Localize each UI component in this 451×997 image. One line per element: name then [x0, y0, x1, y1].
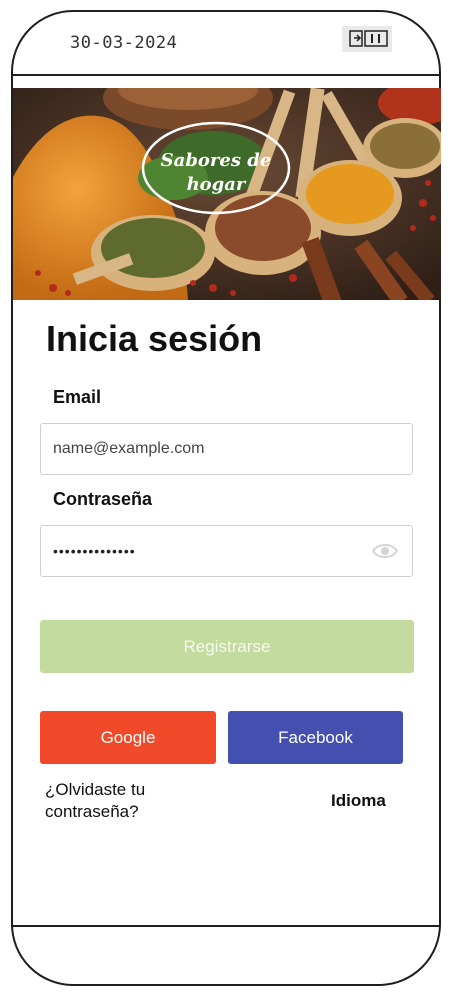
- password-input[interactable]: [53, 526, 373, 576]
- email-label: Email: [53, 387, 102, 407]
- battery-switch-icon: [342, 26, 392, 52]
- logo-line-2: hogar: [187, 174, 247, 195]
- email-field[interactable]: [40, 423, 413, 475]
- facebook-button[interactable]: Facebook: [228, 711, 403, 764]
- password-label: Contraseña: [53, 489, 153, 509]
- page-title: Inicia sesión: [46, 318, 263, 359]
- register-button[interactable]: Registrarse: [40, 620, 414, 673]
- logo-line-1: Sabores de: [161, 150, 272, 171]
- language-link[interactable]: Idioma: [331, 791, 386, 811]
- bottom-bar-divider: [11, 925, 441, 927]
- password-field[interactable]: [40, 525, 413, 577]
- status-date: 30-03-2024: [70, 33, 178, 53]
- hero-image: Sabores de hogar: [13, 88, 441, 300]
- status-bar-divider: [11, 74, 441, 76]
- eye-icon[interactable]: [372, 541, 398, 561]
- spices-photo: Sabores de hogar: [13, 88, 441, 300]
- email-input[interactable]: [53, 424, 373, 474]
- forgot-password-link[interactable]: ¿Olvidaste tu contraseña?: [45, 779, 205, 823]
- google-button[interactable]: Google: [40, 711, 216, 764]
